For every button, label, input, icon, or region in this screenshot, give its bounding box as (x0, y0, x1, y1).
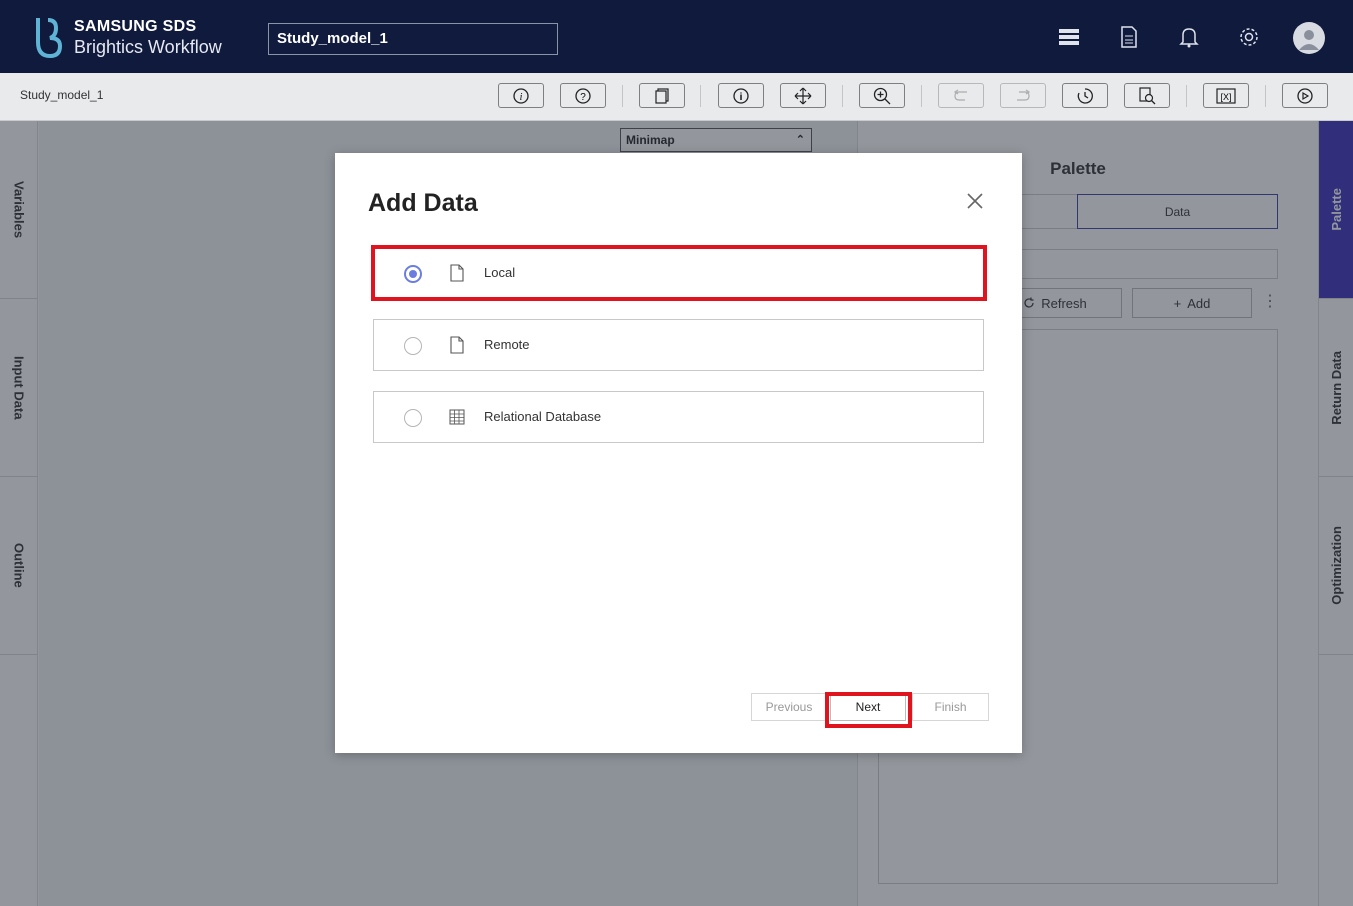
option-remote-label: Remote (484, 337, 530, 352)
document-icon[interactable] (1115, 23, 1143, 51)
gear-icon[interactable] (1235, 23, 1263, 51)
dialog-title: Add Data (368, 189, 478, 217)
radio-remote[interactable] (404, 337, 422, 355)
option-relational-database[interactable]: Relational Database (373, 391, 984, 443)
server-icon[interactable] (1055, 23, 1083, 51)
modal-backdrop-toolbar (0, 73, 1353, 121)
user-avatar-icon[interactable] (1293, 22, 1325, 54)
option-relational-database-label: Relational Database (484, 409, 602, 424)
brand-product: Brightics Workflow (74, 37, 222, 57)
close-icon[interactable] (963, 189, 987, 213)
file-icon (450, 336, 464, 354)
previous-button[interactable]: Previous (751, 693, 827, 721)
bell-icon[interactable] (1175, 23, 1203, 51)
app-header: SAMSUNG SDS Brightics Workflow Study_mod… (0, 0, 1353, 73)
table-icon (449, 409, 465, 425)
brand-company: SAMSUNG SDS (74, 18, 197, 35)
radio-relational-database[interactable] (404, 409, 422, 427)
option-remote[interactable]: Remote (373, 319, 984, 371)
add-data-dialog: Add Data Local Remote Relational Databas… (335, 153, 1022, 753)
highlight-box-local (371, 245, 987, 301)
highlight-box-next (825, 692, 912, 728)
brightics-logo-icon (36, 18, 63, 59)
model-name-input[interactable]: Study_model_1 (268, 23, 558, 55)
finish-button[interactable]: Finish (912, 693, 989, 721)
brand: SAMSUNG SDS Brightics Workflow (74, 18, 222, 58)
